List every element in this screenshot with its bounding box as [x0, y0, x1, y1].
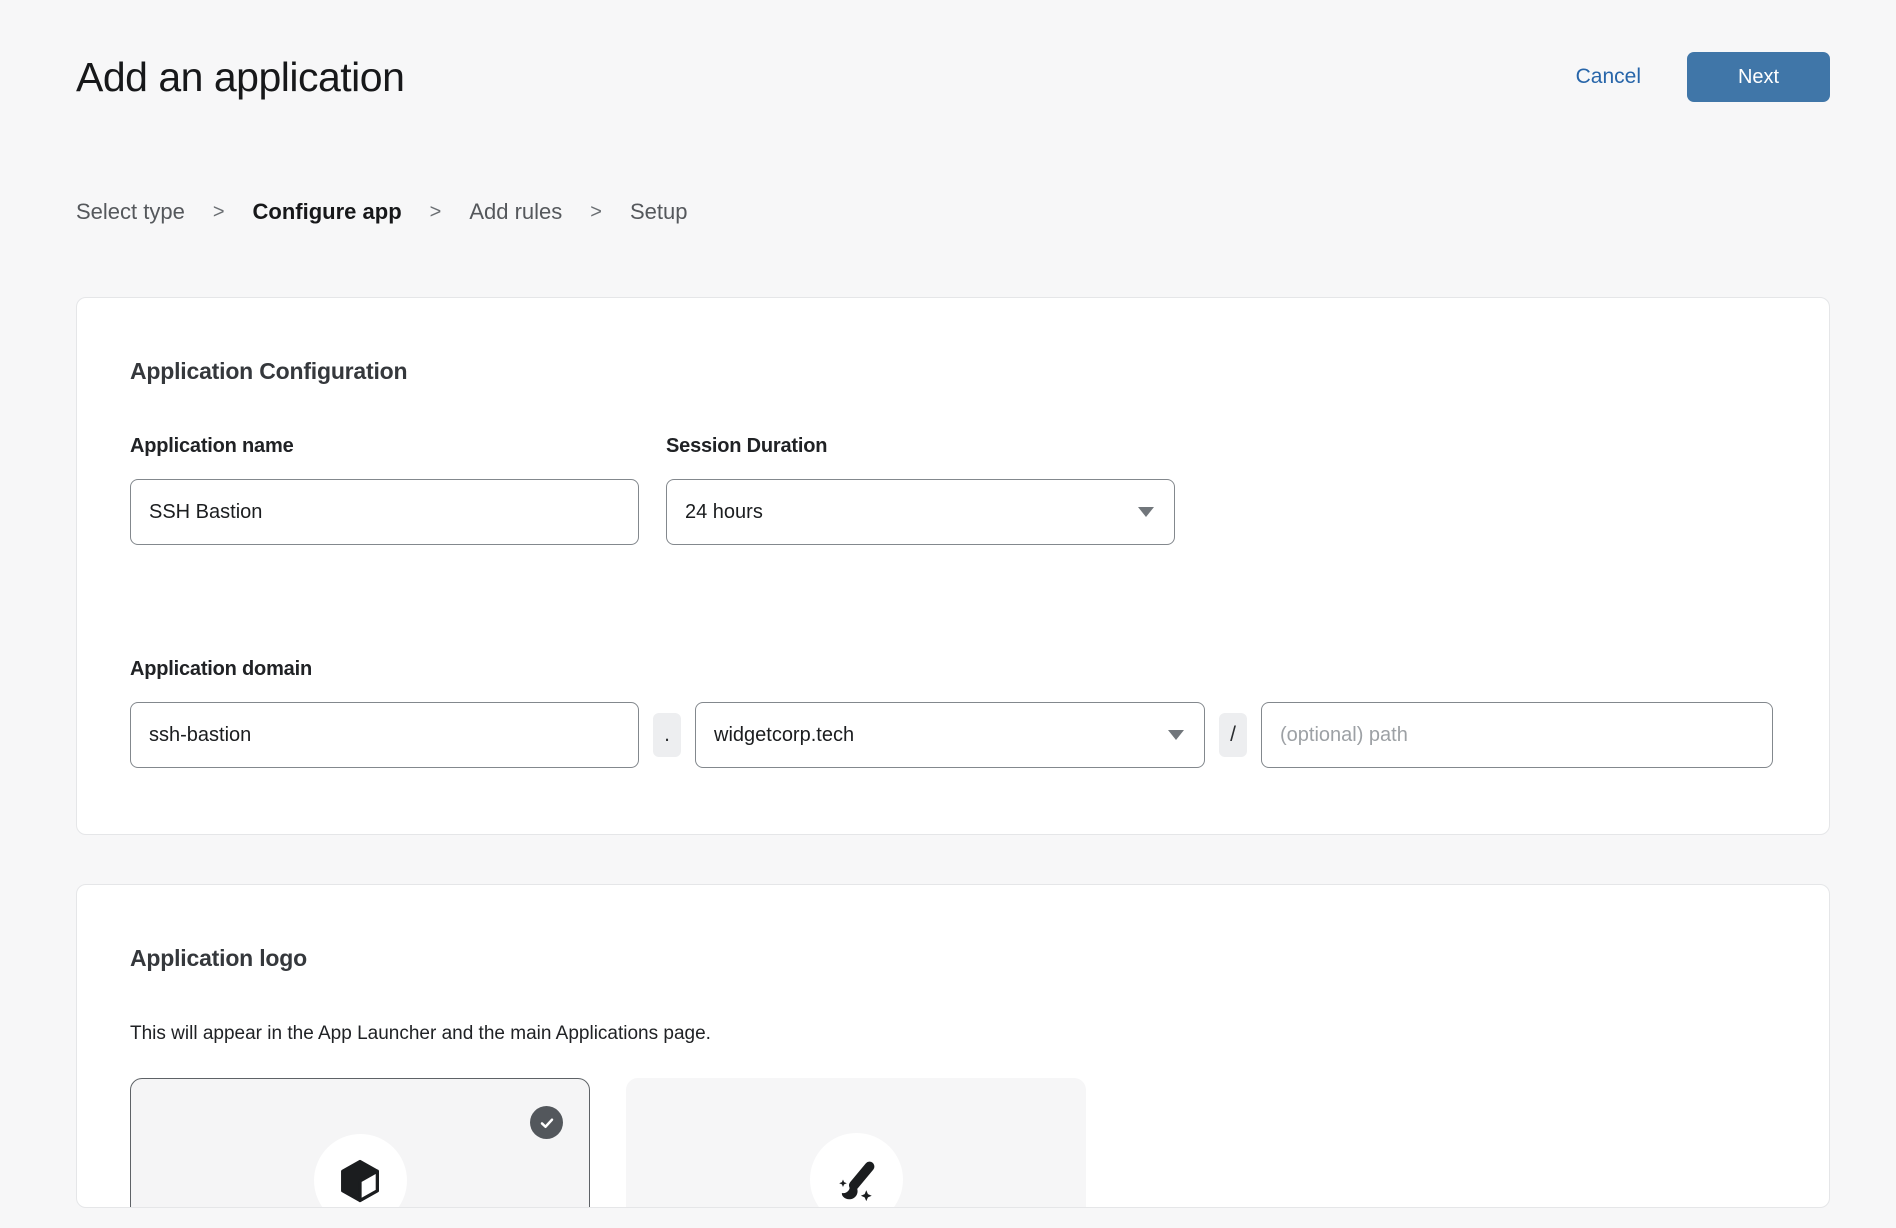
breadcrumb-separator: >	[430, 201, 442, 224]
add-application-page: Add an application Cancel Next Select ty…	[76, 52, 1830, 1208]
dot-separator: .	[653, 713, 681, 757]
application-name-input[interactable]	[130, 479, 639, 545]
paintbrush-icon	[830, 1154, 882, 1206]
domain-zone-select[interactable]: widgetcorp.tech	[695, 702, 1205, 768]
logo-option-custom[interactable]	[626, 1078, 1086, 1208]
slash-separator: /	[1219, 713, 1247, 757]
header-actions: Cancel Next	[1576, 52, 1830, 102]
check-icon	[537, 1113, 557, 1133]
application-logo-description: This will appear in the App Launcher and…	[130, 1023, 1776, 1045]
session-duration-field: Session Duration 24 hours	[666, 435, 1175, 545]
application-domain-row: . widgetcorp.tech /	[130, 702, 1776, 768]
application-logo-card: Application logo This will appear in the…	[76, 884, 1830, 1208]
application-name-label: Application name	[130, 435, 639, 458]
application-configuration-card: Application Configuration Application na…	[76, 297, 1830, 835]
path-input[interactable]	[1261, 702, 1773, 768]
cube-icon	[334, 1155, 386, 1207]
breadcrumb-separator: >	[590, 201, 602, 224]
session-duration-value: 24 hours	[685, 501, 763, 524]
application-domain-label: Application domain	[130, 658, 1776, 681]
breadcrumb-step-select-type[interactable]: Select type	[76, 199, 185, 225]
selected-check-badge	[530, 1106, 563, 1139]
page-title: Add an application	[76, 54, 404, 101]
next-button[interactable]: Next	[1687, 52, 1830, 102]
page-header: Add an application Cancel Next	[76, 52, 1830, 102]
application-name-field: Application name	[130, 435, 639, 545]
breadcrumb-step-configure-app[interactable]: Configure app	[253, 199, 402, 225]
breadcrumb: Select type > Configure app > Add rules …	[76, 199, 1830, 225]
domain-zone-value: widgetcorp.tech	[714, 724, 854, 747]
cancel-button[interactable]: Cancel	[1576, 65, 1641, 89]
breadcrumb-separator: >	[213, 201, 225, 224]
custom-logo-circle	[810, 1133, 903, 1208]
session-duration-label: Session Duration	[666, 435, 1175, 458]
application-domain-field: Application domain . widgetcorp.tech /	[130, 658, 1776, 768]
breadcrumb-step-setup[interactable]: Setup	[630, 199, 688, 225]
chevron-down-icon	[1168, 730, 1184, 740]
session-duration-select[interactable]: 24 hours	[666, 479, 1175, 545]
logo-option-default[interactable]	[130, 1078, 590, 1208]
application-configuration-heading: Application Configuration	[130, 358, 1776, 385]
logo-options	[130, 1078, 1776, 1208]
chevron-down-icon	[1138, 507, 1154, 517]
subdomain-input[interactable]	[130, 702, 639, 768]
default-logo-circle	[314, 1134, 407, 1208]
application-logo-heading: Application logo	[130, 945, 1776, 972]
breadcrumb-step-add-rules[interactable]: Add rules	[469, 199, 562, 225]
name-session-row: Application name Session Duration 24 hou…	[130, 435, 1776, 545]
